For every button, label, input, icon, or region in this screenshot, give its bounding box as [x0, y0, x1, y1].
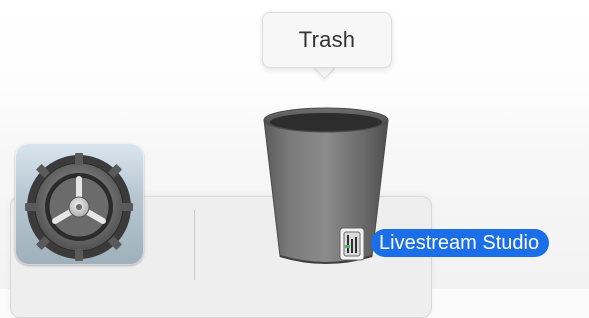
- gear-icon: [25, 153, 133, 261]
- dragged-app-name: Livestream Studio: [379, 232, 540, 254]
- dock-tooltip: Trash: [262, 12, 392, 68]
- tooltip-label: Trash: [298, 27, 356, 52]
- livestream-studio-app-icon: [337, 227, 367, 261]
- dock-separator: [194, 210, 195, 280]
- system-preferences-dock-item[interactable]: [15, 143, 144, 265]
- dragged-app-label: Livestream Studio: [371, 229, 550, 257]
